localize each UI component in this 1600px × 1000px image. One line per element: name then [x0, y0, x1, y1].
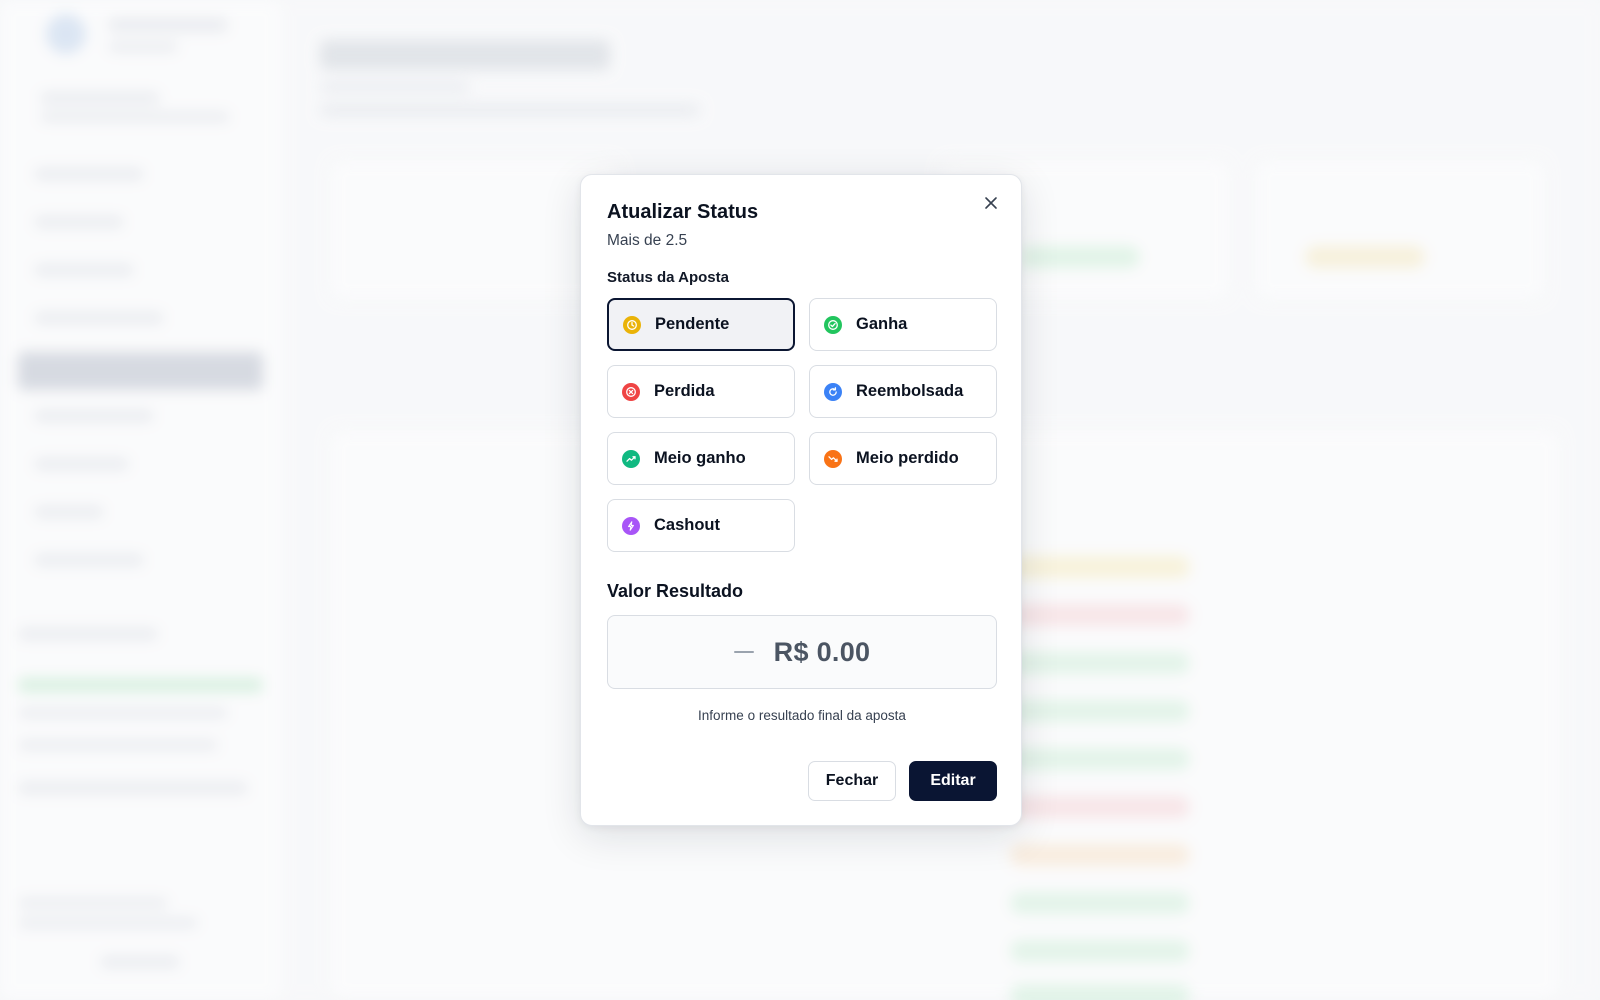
close-button[interactable]: Fechar [808, 761, 896, 801]
check-circle-icon [824, 315, 842, 334]
edit-button[interactable]: Editar [909, 761, 997, 801]
clock-icon [623, 315, 641, 334]
status-option-label: Perdida [654, 382, 715, 400]
result-value-input[interactable]: R$ 0.00 [774, 637, 871, 668]
status-option-label: Meio perdido [856, 449, 959, 467]
status-option-ganha[interactable]: Ganha [809, 298, 997, 351]
status-option-reembolsada[interactable]: Reembolsada [809, 365, 997, 418]
status-option-label: Meio ganho [654, 449, 746, 467]
status-option-label: Reembolsada [856, 382, 964, 400]
update-status-dialog: Atualizar Status Mais de 2.5 Status da A… [580, 174, 1022, 826]
status-option-meio-ganho[interactable]: Meio ganho [607, 432, 795, 485]
trending-down-icon [824, 449, 842, 468]
minus-icon[interactable] [733, 650, 754, 654]
trending-up-icon [622, 449, 640, 468]
x-circle-icon [622, 382, 640, 401]
result-value-field[interactable]: R$ 0.00 [607, 615, 997, 689]
result-value-help-text: Informe o resultado final da aposta [698, 708, 906, 723]
status-option-label: Pendente [655, 315, 730, 333]
bolt-icon [622, 516, 640, 535]
refresh-icon [824, 382, 842, 401]
status-option-perdida[interactable]: Perdida [607, 365, 795, 418]
dialog-subtitle: Mais de 2.5 [607, 232, 688, 249]
dialog-title: Atualizar Status [607, 201, 759, 223]
status-option-label: Ganha [856, 315, 908, 333]
status-section-label: Status da Aposta [607, 269, 729, 286]
status-option-cashout[interactable]: Cashout [607, 499, 795, 552]
status-option-label: Cashout [654, 516, 720, 534]
status-option-meio-perdido[interactable]: Meio perdido [809, 432, 997, 485]
close-dialog-button[interactable] [979, 191, 1003, 215]
result-value-label: Valor Resultado [607, 581, 744, 601]
status-option-pendente[interactable]: Pendente [607, 298, 795, 351]
close-icon [985, 197, 997, 209]
